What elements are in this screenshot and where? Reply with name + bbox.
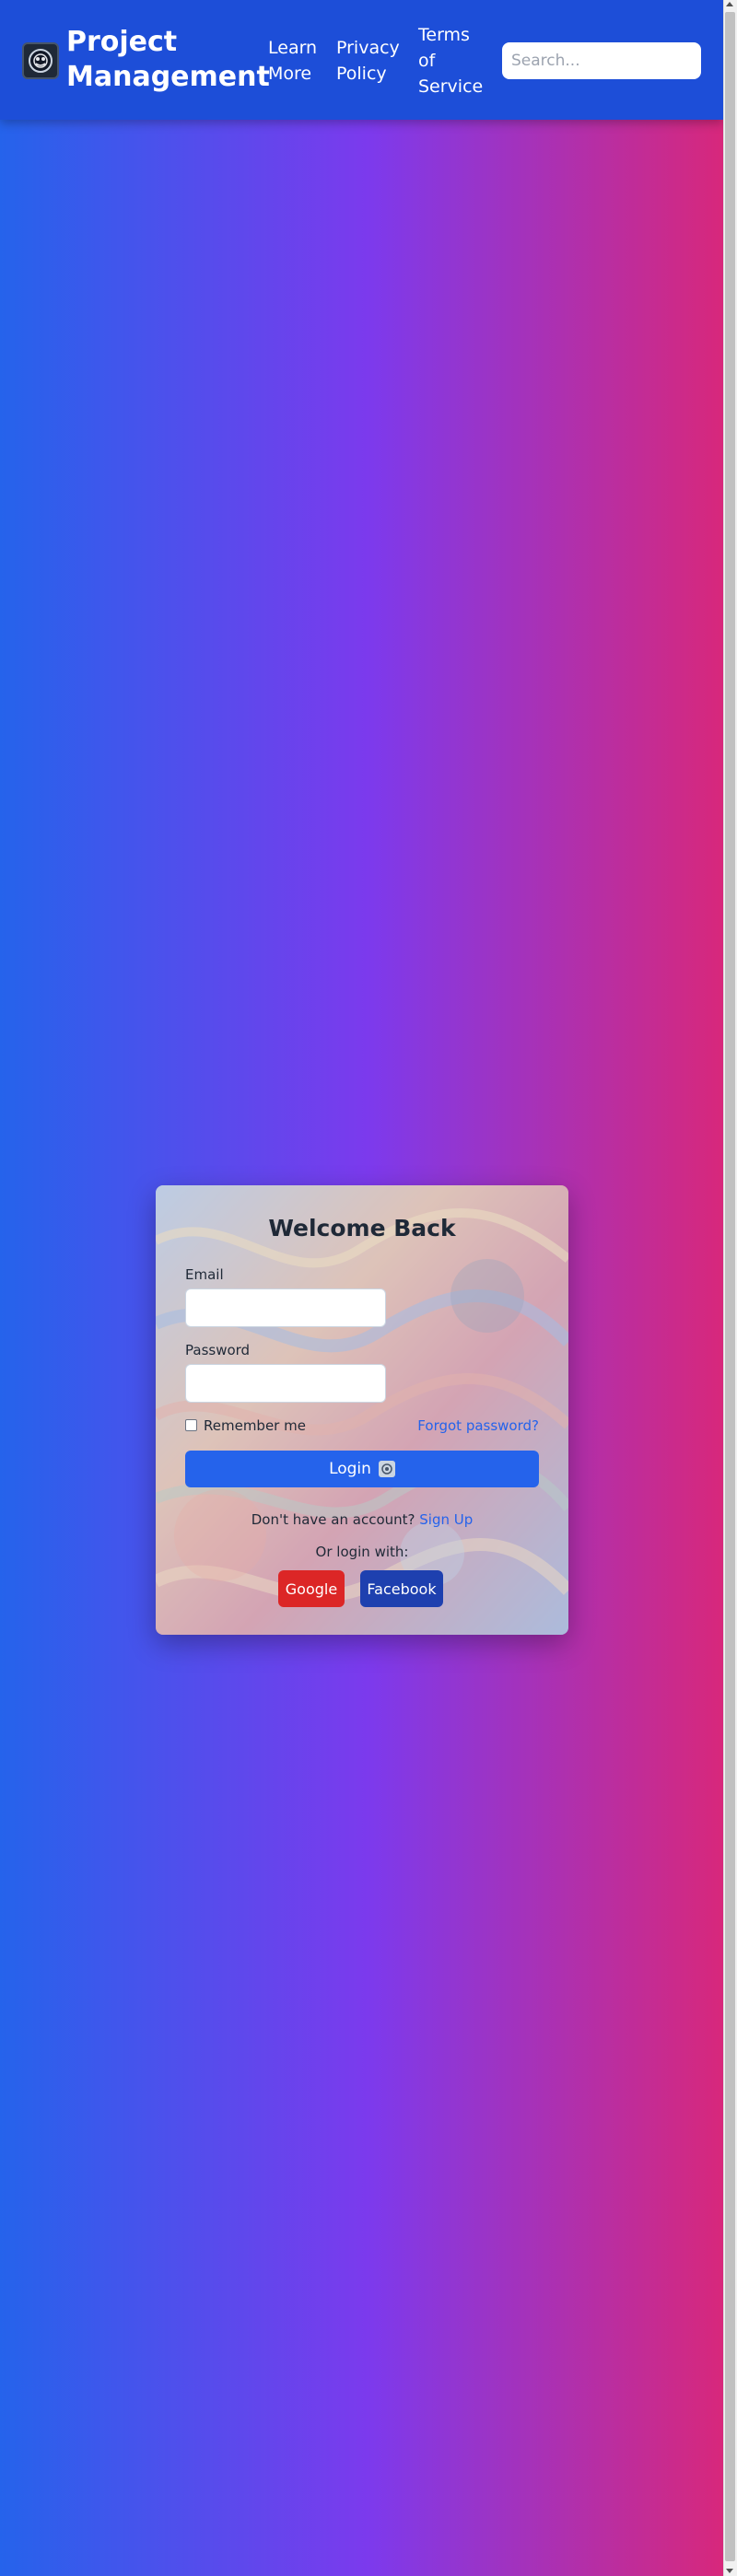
search-input[interactable] <box>502 42 701 79</box>
login-icon <box>378 1461 395 1477</box>
login-button[interactable]: Login <box>185 1451 539 1487</box>
facebook-login-button[interactable]: Facebook <box>360 1570 443 1607</box>
email-field[interactable] <box>185 1288 386 1327</box>
or-login-with-label: Or login with: <box>315 1544 409 1560</box>
scroll-up-arrow-icon[interactable] <box>726 2 733 6</box>
email-label: Email <box>185 1266 224 1283</box>
login-card: Welcome Back Email Password Remember me … <box>156 1185 568 1635</box>
logo-icon[interactable] <box>22 42 59 79</box>
signup-prompt: Don't have an account? Sign Up <box>156 1511 568 1528</box>
password-label: Password <box>185 1342 251 1358</box>
password-field[interactable] <box>185 1364 386 1403</box>
scrollbar-thumb[interactable] <box>725 12 735 2561</box>
forgot-password-link[interactable]: Forgot password? <box>417 1417 539 1434</box>
login-button-label: Login <box>329 1460 371 1478</box>
remember-me-label[interactable]: Remember me <box>204 1417 306 1434</box>
login-title: Welcome Back <box>268 1215 456 1241</box>
nav-learn-more[interactable]: Learn More <box>268 35 323 87</box>
signup-link[interactable]: Sign Up <box>419 1511 473 1528</box>
brand-title[interactable]: Project Management <box>66 25 278 95</box>
google-login-button[interactable]: Google <box>278 1570 345 1607</box>
nav-terms-of-service[interactable]: Terms of Service <box>418 22 483 99</box>
top-navbar: Project Management Learn More Privacy Po… <box>0 0 723 120</box>
remember-me-checkbox[interactable] <box>185 1419 197 1431</box>
scroll-down-arrow-icon[interactable] <box>726 2569 733 2573</box>
signup-prompt-text: Don't have an account? <box>251 1511 415 1528</box>
nav-privacy-policy[interactable]: Privacy Policy <box>336 35 404 87</box>
